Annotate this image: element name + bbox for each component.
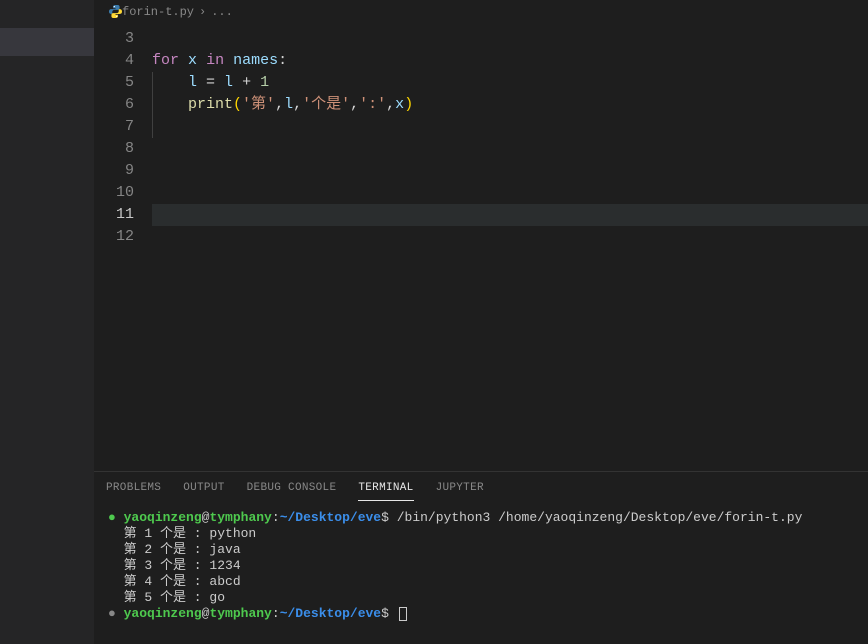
terminal-output-line: 第 1 个是 : python (108, 526, 854, 542)
activity-bar (0, 0, 94, 644)
code-line[interactable] (152, 226, 868, 248)
line-number: 12 (94, 226, 134, 248)
terminal-line: ● yaoqinzeng@tymphany:~/Desktop/eve$ /bi… (108, 510, 854, 526)
token: ( (233, 96, 242, 113)
token: + (233, 74, 260, 91)
indent-guide (152, 94, 153, 116)
token (152, 96, 188, 113)
code-line[interactable] (152, 138, 868, 160)
python-file-icon (108, 5, 122, 19)
breadcrumb-filename[interactable]: forin-t.py (122, 5, 194, 19)
activity-selected-item[interactable] (0, 28, 94, 56)
terminal-output[interactable]: ● yaoqinzeng@tymphany:~/Desktop/eve$ /bi… (94, 504, 868, 644)
token: l (224, 74, 233, 91)
line-number-gutter: 3456789101112 (94, 24, 152, 471)
line-number: 11 (94, 204, 134, 226)
main-area: forin-t.py › ... 3456789101112 for x in … (94, 0, 868, 644)
tab-terminal[interactable]: TERMINAL (358, 476, 413, 501)
terminal-host: tymphany (209, 606, 271, 621)
code-line[interactable]: l = l + 1 (152, 72, 868, 94)
token (152, 74, 188, 91)
token: , (350, 96, 359, 113)
token (197, 52, 206, 69)
token: : (278, 52, 287, 69)
code-line[interactable]: print('第',l,'个是',':',x) (152, 94, 868, 116)
terminal-output-line: 第 2 个是 : java (108, 542, 854, 558)
code-editor[interactable]: 3456789101112 for x in names: l = l + 1 … (94, 24, 868, 471)
terminal-output-line: 第 4 个是 : abcd (108, 574, 854, 590)
token: names (233, 52, 278, 69)
terminal-output-line: 第 5 个是 : go (108, 590, 854, 606)
code-content[interactable]: for x in names: l = l + 1 print('第',l,'个… (152, 24, 868, 471)
token: x (395, 96, 404, 113)
line-number: 5 (94, 72, 134, 94)
line-number: 8 (94, 138, 134, 160)
token: ) (404, 96, 413, 113)
terminal-user: yaoqinzeng (124, 606, 202, 621)
token: = (197, 74, 224, 91)
panel-tabs: PROBLEMS OUTPUT DEBUG CONSOLE TERMINAL J… (94, 472, 868, 504)
token: for (152, 52, 179, 69)
token: '个是' (302, 96, 350, 113)
breadcrumb-trail[interactable]: ... (211, 5, 233, 19)
tab-output[interactable]: OUTPUT (183, 476, 224, 500)
token: l (284, 96, 293, 113)
code-line[interactable]: for x in names: (152, 50, 868, 72)
code-line[interactable] (152, 28, 868, 50)
token (224, 52, 233, 69)
terminal-user: yaoqinzeng (124, 510, 202, 525)
terminal-path: ~/Desktop/eve (280, 510, 381, 525)
terminal-line: ● yaoqinzeng@tymphany:~/Desktop/eve$ (108, 606, 854, 622)
bottom-panel: PROBLEMS OUTPUT DEBUG CONSOLE TERMINAL J… (94, 471, 868, 644)
token: 1 (260, 74, 269, 91)
line-number: 4 (94, 50, 134, 72)
terminal-host: tymphany (209, 510, 271, 525)
token: ':' (359, 96, 386, 113)
token: , (293, 96, 302, 113)
code-line[interactable] (152, 182, 868, 204)
terminal-output-line: 第 3 个是 : 1234 (108, 558, 854, 574)
token: x (188, 52, 197, 69)
line-number: 6 (94, 94, 134, 116)
terminal-cursor (399, 607, 407, 621)
tab-problems[interactable]: PROBLEMS (106, 476, 161, 500)
code-line[interactable] (152, 116, 868, 138)
terminal-command: /bin/python3 /home/yaoqinzeng/Desktop/ev… (397, 510, 803, 525)
token: , (275, 96, 284, 113)
code-line[interactable] (152, 160, 868, 182)
indent-guide (152, 72, 153, 94)
indent-guide (152, 116, 153, 138)
token: l (188, 74, 197, 91)
line-number: 10 (94, 182, 134, 204)
token: , (386, 96, 395, 113)
chevron-right-icon: › (199, 5, 206, 19)
tab-jupyter[interactable]: JUPYTER (436, 476, 484, 500)
line-number: 3 (94, 28, 134, 50)
status-dot-icon: ● (108, 606, 116, 621)
terminal-path: ~/Desktop/eve (280, 606, 381, 621)
status-dot-icon: ● (108, 510, 116, 525)
token: '第' (242, 96, 275, 113)
tab-debug-console[interactable]: DEBUG CONSOLE (247, 476, 337, 500)
code-line[interactable] (152, 204, 868, 226)
line-number: 9 (94, 160, 134, 182)
token (179, 52, 188, 69)
line-number: 7 (94, 116, 134, 138)
token: print (188, 96, 233, 113)
token: in (206, 52, 224, 69)
breadcrumb[interactable]: forin-t.py › ... (94, 0, 868, 24)
